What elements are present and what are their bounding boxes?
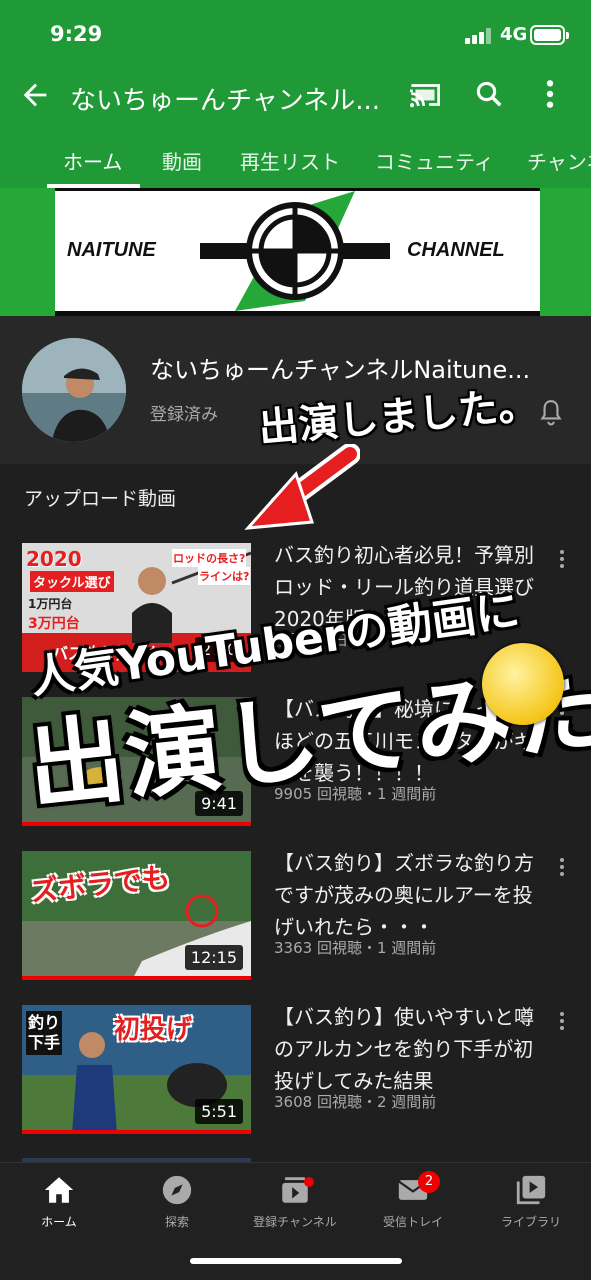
search-icon[interactable] — [474, 78, 504, 110]
video-title[interactable]: 【バス釣り】使いやすいと噂のアルカンセを釣り下手が初投げしてみた結果 — [274, 1001, 542, 1097]
video-title[interactable]: バス釣り初心者必見！予算別ロッド・リール釣り道具選び2020年版 — [274, 539, 542, 635]
battery-icon — [530, 25, 569, 45]
banner-green-left — [0, 188, 55, 316]
video-duration: 9:41 — [195, 791, 243, 816]
moon-face-icon — [482, 643, 564, 725]
bell-icon[interactable] — [538, 398, 564, 426]
tab-community[interactable]: コミュニティ — [375, 146, 494, 175]
video-thumbnail[interactable]: 9:41 — [22, 697, 251, 826]
banner-art: NAITUNE CHANNEL — [55, 191, 540, 311]
tab-channels[interactable]: チャンネ — [527, 146, 591, 175]
video-meta: 3363 回視聴・1 週間前 — [274, 939, 437, 957]
red-arrow-icon — [244, 444, 360, 530]
tab-playlists[interactable]: 再生リスト — [240, 146, 340, 175]
video-thumbnail[interactable]: 2020 タックル選び 1万円台 3万円台 ロッドの長さ? ラインは? バス釣り… — [22, 543, 251, 672]
signal-icon — [465, 28, 493, 44]
watch-progress-bar — [22, 1130, 251, 1134]
channel-header: ないちゅーんチャンネルNaitune... 登録済み — [0, 316, 591, 464]
channel-banner: NAITUNE CHANNEL — [0, 188, 591, 316]
nav-subscriptions[interactable]: 登録チャンネル — [236, 1173, 354, 1230]
channel-tabs: ホーム 動画 再生リスト コミュニティ チャンネ — [0, 140, 591, 188]
avatar-person-icon — [22, 338, 126, 442]
video-duration: 12:15 — [184, 945, 243, 970]
subscribed-label[interactable]: 登録済み — [150, 400, 218, 425]
nav-label: ライブラリ — [500, 1215, 561, 1229]
video-duration: 27:0 — [195, 637, 243, 662]
home-indicator — [190, 1258, 402, 1264]
video-meta: 視聴・1 日前 — [274, 631, 364, 649]
nav-label: 受信トレイ — [382, 1215, 443, 1229]
uploads-section-title: アップロード動画 — [24, 488, 177, 510]
inbox-badge: 2 — [418, 1171, 440, 1193]
video-item[interactable]: 釣り下手 初投げ 5:51 【バス釣り】使いやすいと噂のアルカンセを釣り下手が初… — [0, 1005, 591, 1145]
nav-label: 登録チャンネル — [253, 1215, 337, 1229]
network-label: 4G — [500, 24, 528, 45]
library-icon — [516, 1175, 546, 1205]
banner-right-text: CHANNEL — [407, 239, 505, 261]
video-more-icon[interactable] — [552, 855, 572, 879]
nav-library[interactable]: ライブラリ — [472, 1173, 590, 1230]
channel-logo-icon — [200, 191, 390, 311]
channel-title: ないちゅーんチャンネル... — [70, 86, 381, 116]
more-vert-icon[interactable] — [540, 78, 560, 110]
nav-explore[interactable]: 探索 — [118, 1173, 236, 1230]
video-meta: 3608 回視聴・2 週間前 — [274, 1093, 437, 1111]
new-content-dot — [304, 1177, 314, 1187]
banner-green-right — [540, 188, 591, 316]
status-time: 9:29 — [50, 22, 103, 46]
video-thumbnail[interactable]: ズボラでも 12:15 — [22, 851, 251, 980]
nav-label: 探索 — [164, 1215, 189, 1229]
nav-label: ホーム — [41, 1215, 77, 1229]
nav-inbox[interactable]: 2 受信トレイ — [354, 1171, 472, 1230]
video-meta: 9905 回視聴・1 週間前 — [274, 785, 437, 803]
back-arrow-icon[interactable] — [18, 78, 52, 112]
tab-home[interactable]: ホーム — [63, 146, 122, 175]
video-duration: 5:51 — [195, 1099, 243, 1124]
channel-avatar[interactable] — [22, 338, 126, 442]
nav-home[interactable]: ホーム — [0, 1173, 118, 1230]
video-item[interactable]: ズボラでも 12:15 【バス釣り】ズボラな釣り方ですが茂みの奥にルアーを投げい… — [0, 851, 591, 991]
video-thumbnail[interactable]: 釣り下手 初投げ 5:51 — [22, 1005, 251, 1134]
video-more-icon[interactable] — [552, 547, 572, 571]
watch-progress-bar — [22, 822, 251, 826]
video-title[interactable]: 【バス釣り】ズボラな釣り方ですが茂みの奥にルアーを投げいれたら・・・ — [274, 847, 542, 943]
tab-videos[interactable]: 動画 — [162, 146, 202, 175]
app-bar: ないちゅーんチャンネル... ホーム 動画 再生リスト コミュニティ チャンネ — [0, 68, 591, 188]
explore-icon — [162, 1175, 192, 1205]
status-bar: 9:29 4G — [0, 0, 591, 68]
watch-progress-bar — [22, 976, 251, 980]
channel-name: ないちゅーんチャンネルNaitune... — [150, 356, 531, 384]
video-more-icon[interactable] — [552, 1009, 572, 1033]
home-icon — [44, 1177, 74, 1203]
cast-icon[interactable] — [408, 80, 442, 110]
banner-left-text: NAITUNE — [67, 239, 156, 261]
